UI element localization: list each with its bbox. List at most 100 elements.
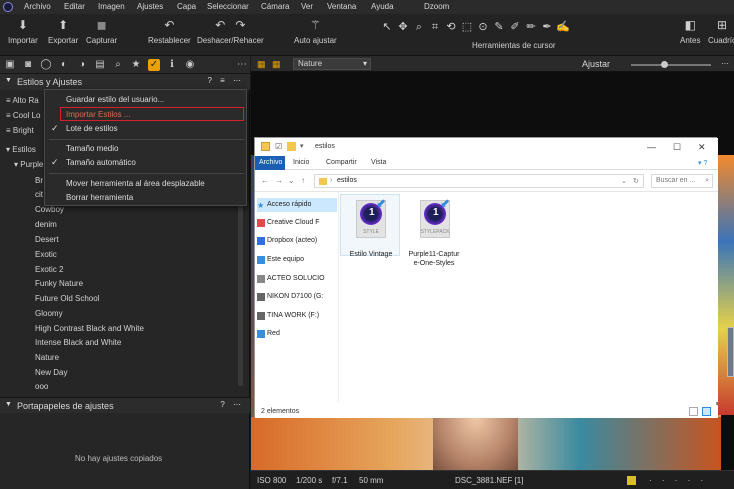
brush-icon[interactable]: ✎: [491, 20, 507, 33]
menu-ajustes[interactable]: Ajustes: [137, 2, 163, 11]
style-item-nature[interactable]: Nature: [35, 353, 59, 362]
filmstrip-thumbnail[interactable]: [727, 327, 734, 377]
details-tab-icon[interactable]: ⌕: [112, 59, 124, 71]
style-item-br[interactable]: Br: [35, 176, 43, 185]
output-tab-icon[interactable]: ◉: [184, 59, 196, 71]
list-view-icon[interactable]: ▦: [272, 59, 282, 69]
menu-style-batch[interactable]: Lote de estilos: [66, 124, 118, 133]
forward-arrow-icon[interactable]: →: [275, 176, 283, 185]
maximize-icon[interactable]: ☐: [673, 142, 681, 153]
menu-ventana[interactable]: Ventana: [327, 2, 356, 11]
keystone-icon[interactable]: ⬚: [459, 20, 475, 33]
auto-adjust-button[interactable]: ⚚ Auto ajustar: [294, 18, 337, 45]
style-item-funky-nature[interactable]: Funky Nature: [35, 279, 83, 288]
chevron-down-icon[interactable]: ▾: [300, 142, 304, 150]
up-arrow-icon[interactable]: ↑: [301, 176, 305, 185]
menu-ver[interactable]: Ver: [301, 2, 313, 11]
rating-dots[interactable]: · · · · ·: [649, 476, 707, 485]
menu-ayuda[interactable]: Ayuda: [371, 2, 394, 11]
menu-imagen[interactable]: Imagen: [98, 2, 125, 11]
search-input[interactable]: Buscar en ... ⌕: [651, 174, 713, 188]
menu-camara[interactable]: Cámara: [261, 2, 289, 11]
spot-icon[interactable]: ⊙: [475, 20, 491, 33]
style-item-ooo[interactable]: ooo: [35, 382, 48, 391]
metadata-tab-icon[interactable]: ℹ: [166, 59, 178, 71]
rotate-icon[interactable]: ⟲: [443, 20, 459, 33]
icons-view-icon[interactable]: [702, 407, 711, 416]
chevron-down-icon[interactable]: ⌄: [621, 177, 627, 185]
grid-view-icon[interactable]: ▦: [257, 59, 267, 69]
section-actions[interactable]: ? ⋯: [220, 400, 244, 409]
address-box[interactable]: › estilos ⌄ ↻: [314, 174, 644, 188]
collapse-chevron-icon[interactable]: ▼: [5, 401, 12, 408]
app-logo-icon[interactable]: [3, 2, 13, 12]
collection-select[interactable]: Nature ▾: [293, 58, 371, 70]
styles-section-header[interactable]: ▼ Estilos y Ajustes ? ≡ ⋯: [0, 74, 250, 90]
nav-creative-cloud[interactable]: Creative Cloud F: [267, 219, 320, 226]
style-item-exotic-2[interactable]: Exotic 2: [35, 265, 63, 274]
capture-tab-icon[interactable]: ◙: [22, 59, 34, 71]
style-item-intense-bw[interactable]: Intense Black and White: [35, 338, 121, 347]
more-icon[interactable]: ⋯: [721, 59, 729, 68]
ribbon-tab-compartir[interactable]: Compartir: [326, 159, 357, 166]
minimize-icon[interactable]: —: [647, 142, 656, 152]
menu-capa[interactable]: Capa: [177, 2, 196, 11]
annotate-icon[interactable]: ✍: [555, 20, 571, 33]
library-tab-icon[interactable]: ▣: [4, 59, 16, 71]
style-item-exotic[interactable]: Exotic: [35, 250, 57, 259]
style-item-cowboy[interactable]: Cowboy: [35, 205, 64, 214]
pan-icon[interactable]: ✥: [395, 20, 411, 33]
style-row-cool-lo[interactable]: ≡ Cool Lo: [6, 111, 40, 120]
style-row-alto-ra[interactable]: ≡ Alto Ra: [6, 96, 39, 105]
styles-star-icon[interactable]: ★: [130, 59, 142, 71]
more-tabs-icon[interactable]: ⋯: [236, 59, 248, 71]
lens-tab-icon[interactable]: ◯: [40, 59, 52, 71]
nav-acteo-drive[interactable]: ACTEO SOLUCIO: [267, 275, 325, 282]
properties-icon[interactable]: ☑: [275, 142, 282, 151]
menu-seleccionar[interactable]: Seleccionar: [207, 2, 249, 11]
select-cursor-icon[interactable]: ↖: [379, 20, 395, 33]
clipboard-section-header[interactable]: ▼ Portapapeles de ajustes ? ⋯: [0, 397, 250, 413]
reset-button[interactable]: ↶ Restablecer: [148, 18, 191, 45]
styles-folder-row[interactable]: ▾ Estilos: [6, 145, 36, 154]
menu-import-styles[interactable]: Importar Estilos ...: [60, 107, 244, 121]
zoom-slider-handle[interactable]: [661, 61, 668, 68]
refresh-icon[interactable]: ↻: [633, 177, 639, 185]
menu-editar[interactable]: Editar: [64, 2, 85, 11]
details-view-icon[interactable]: [689, 407, 698, 416]
quick-access-toolbar[interactable]: ☑ ▾: [261, 142, 309, 152]
grid-button[interactable]: ⊞ Cuadríc: [708, 18, 734, 45]
menu-medium-size[interactable]: Tamaño medio: [66, 144, 118, 153]
eraser-icon[interactable]: ✐: [507, 20, 523, 33]
ribbon-tab-vista[interactable]: Vista: [371, 159, 386, 166]
color-tag[interactable]: [627, 476, 636, 485]
menu-save-user-style[interactable]: Guardar estilo del usuario...: [66, 95, 164, 104]
layers-tab-icon[interactable]: ▤: [94, 59, 106, 71]
style-row-bright[interactable]: ≡ Bright: [6, 126, 34, 135]
section-actions[interactable]: ? ≡ ⋯: [207, 76, 244, 85]
nav-this-pc[interactable]: Este equipo: [267, 256, 304, 263]
nav-network[interactable]: Red: [267, 330, 280, 337]
gradient-icon[interactable]: ✏: [523, 20, 539, 33]
file-purple11-styles[interactable]: 1 ⬋ STYLEPACK: [406, 194, 462, 256]
collapse-chevron-icon[interactable]: ▼: [5, 77, 12, 84]
capture-button[interactable]: ◼ Capturar: [86, 18, 117, 45]
style-item-desert[interactable]: Desert: [35, 235, 59, 244]
export-button[interactable]: ⬆ Exportar: [48, 18, 78, 45]
menu-auto-size[interactable]: Tamaño automático: [66, 158, 136, 167]
color-tab-icon[interactable]: ◐: [58, 59, 70, 71]
purple-folder-row[interactable]: ▾ Purple: [14, 160, 43, 169]
nav-dropbox[interactable]: Dropbox (acteo): [267, 237, 317, 244]
zoom-slider[interactable]: [631, 61, 711, 68]
crop-icon[interactable]: ⌗: [427, 21, 443, 34]
file-estilo-vintage[interactable]: 1 ⬋ STYLE: [342, 194, 398, 256]
nav-tina-drive[interactable]: TINA WORK (F:): [267, 312, 319, 319]
style-item-high-contrast-bw[interactable]: High Contrast Black and White: [35, 324, 144, 333]
import-button[interactable]: ⬇ Importar: [8, 18, 38, 45]
style-item-cit[interactable]: cit: [35, 190, 43, 199]
before-button[interactable]: ◧ Antes: [680, 18, 700, 45]
nav-quick-access[interactable]: Acceso rápido: [267, 201, 311, 208]
expand-ribbon-icon[interactable]: ▾ ?: [698, 159, 707, 167]
picker-icon[interactable]: ✒: [539, 20, 555, 33]
menu-delete-tool[interactable]: Borrar herramienta: [66, 193, 133, 202]
